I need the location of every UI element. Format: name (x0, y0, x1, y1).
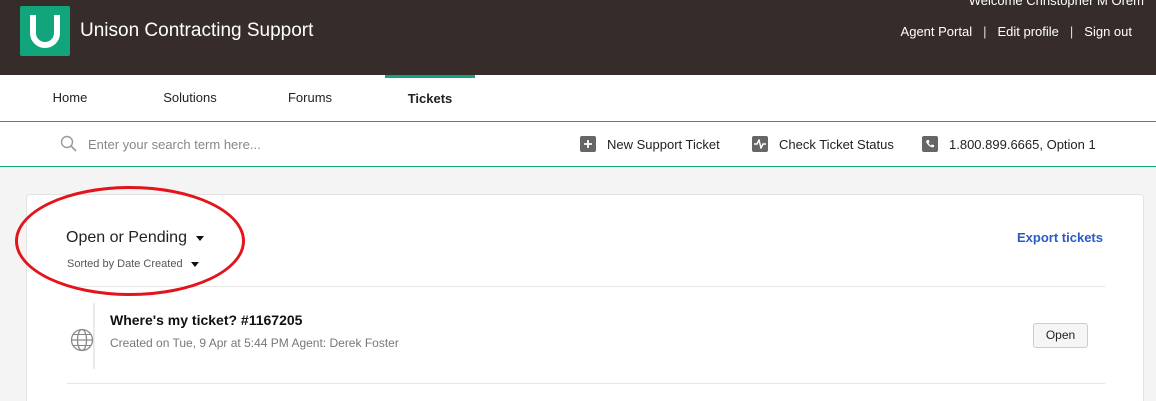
search-bar: New Support Ticket Check Ticket Status 1… (0, 122, 1156, 167)
ticket-row[interactable]: Where's my ticket? #1167205 Created on T… (67, 303, 1105, 373)
export-tickets-link[interactable]: Export tickets (1017, 230, 1103, 245)
ticket-meta: Created on Tue, 9 Apr at 5:44 PM Agent: … (110, 336, 399, 350)
new-support-ticket-button[interactable]: New Support Ticket (580, 122, 720, 166)
ticket-status-badge[interactable]: Open (1033, 323, 1088, 348)
site-header: Unison Contracting Support Welcome Chris… (0, 0, 1156, 75)
agent-portal-link[interactable]: Agent Portal (901, 24, 973, 39)
unison-logo-icon[interactable] (20, 6, 70, 56)
nav-tab-solutions[interactable]: Solutions (150, 75, 230, 121)
support-phone-link[interactable]: 1.800.899.6665, Option 1 (922, 122, 1096, 166)
check-ticket-status-button[interactable]: Check Ticket Status (752, 122, 894, 166)
account-links: Agent Portal | Edit profile | Sign out (901, 24, 1132, 39)
link-separator: | (983, 24, 987, 39)
caret-down-icon (190, 261, 199, 267)
phone-icon (922, 136, 938, 152)
pulse-icon (752, 136, 768, 152)
search-input[interactable] (88, 132, 508, 156)
check-ticket-status-label: Check Ticket Status (779, 136, 894, 152)
edit-profile-link[interactable]: Edit profile (997, 24, 1058, 39)
tickets-panel: Open or Pending Sorted by Date Created E… (26, 194, 1144, 401)
ticket-sort-label: Sorted by Date Created (67, 258, 183, 270)
caret-down-icon (195, 235, 204, 241)
divider (67, 286, 1105, 287)
support-phone-number: 1.800.899.6665, Option 1 (949, 136, 1096, 152)
ticket-filter-dropdown[interactable]: Open or Pending (66, 229, 204, 247)
nav-tab-home[interactable]: Home (40, 75, 100, 121)
sign-out-link[interactable]: Sign out (1084, 24, 1132, 39)
link-separator: | (1069, 24, 1074, 39)
globe-icon (70, 328, 94, 357)
main-nav: Home Solutions Forums Tickets (0, 75, 1156, 122)
new-support-ticket-label: New Support Ticket (607, 136, 720, 152)
ticket-filter-label: Open or Pending (66, 229, 187, 246)
search-icon (60, 135, 77, 157)
nav-tab-tickets[interactable]: Tickets (385, 75, 475, 121)
divider (67, 383, 1105, 384)
ticket-title-link[interactable]: Where's my ticket? #1167205 (110, 312, 302, 328)
nav-tab-forums[interactable]: Forums (275, 75, 345, 121)
welcome-text: Welcome Christopher M Orem (968, 0, 1144, 8)
ticket-sort-dropdown[interactable]: Sorted by Date Created (67, 258, 199, 270)
plus-icon (580, 136, 596, 152)
site-title[interactable]: Unison Contracting Support (80, 20, 313, 42)
